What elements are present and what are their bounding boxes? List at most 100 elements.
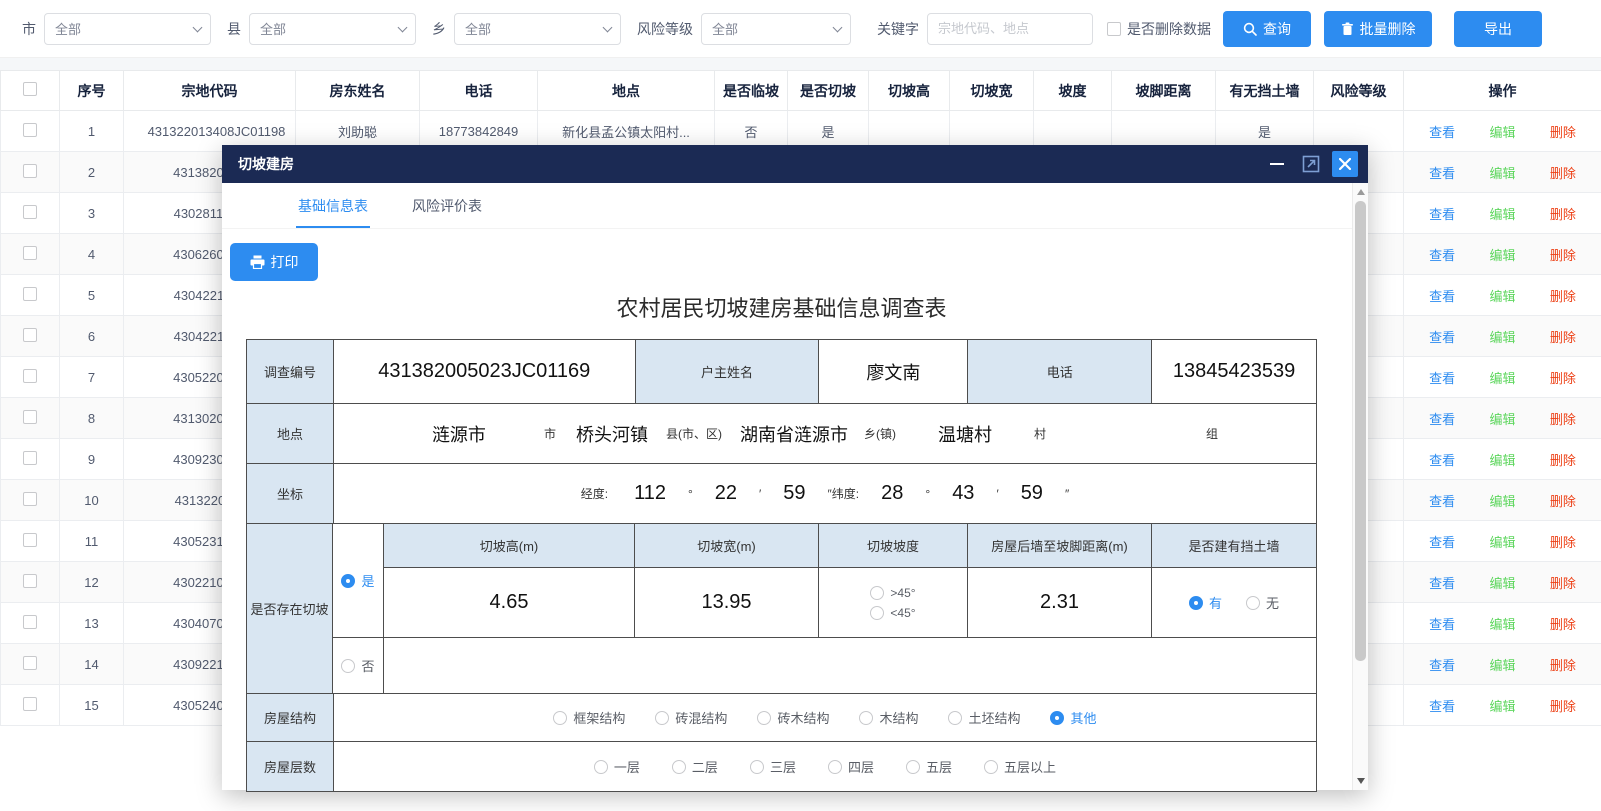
delete-link[interactable]: 删除 bbox=[1550, 245, 1576, 264]
keyword-input[interactable] bbox=[927, 13, 1093, 45]
cut-slope-no-radio[interactable]: 否 bbox=[341, 656, 374, 675]
view-link[interactable]: 查看 bbox=[1429, 573, 1455, 592]
delete-link[interactable]: 删除 bbox=[1550, 655, 1576, 674]
view-link[interactable]: 查看 bbox=[1429, 327, 1455, 346]
view-link[interactable]: 查看 bbox=[1429, 655, 1455, 674]
delete-link[interactable]: 删除 bbox=[1550, 368, 1576, 387]
scroll-up-button[interactable] bbox=[1353, 185, 1369, 199]
structure-wood-radio[interactable]: 木结构 bbox=[859, 708, 918, 727]
township-label: 乡 bbox=[432, 19, 446, 39]
delete-link[interactable]: 删除 bbox=[1550, 614, 1576, 633]
view-link[interactable]: 查看 bbox=[1429, 450, 1455, 469]
delete-link[interactable]: 删除 bbox=[1550, 573, 1576, 592]
view-link[interactable]: 查看 bbox=[1429, 163, 1455, 182]
structure-adobe-radio[interactable]: 土坯结构 bbox=[948, 708, 1020, 727]
row-checkbox[interactable] bbox=[23, 656, 37, 670]
view-link[interactable]: 查看 bbox=[1429, 122, 1455, 141]
close-button[interactable] bbox=[1332, 151, 1358, 177]
row-checkbox[interactable] bbox=[23, 574, 37, 588]
slope-lt45-radio[interactable]: <45° bbox=[870, 606, 915, 620]
row-checkbox[interactable] bbox=[23, 697, 37, 711]
delete-link[interactable]: 删除 bbox=[1550, 491, 1576, 510]
row-checkbox[interactable] bbox=[23, 615, 37, 629]
row-checkbox[interactable] bbox=[23, 246, 37, 260]
row-checkbox[interactable] bbox=[23, 451, 37, 465]
row-checkbox[interactable] bbox=[23, 287, 37, 301]
slope-gt45-radio[interactable]: >45° bbox=[870, 586, 915, 600]
structure-brick-wood-radio[interactable]: 砖木结构 bbox=[757, 708, 829, 727]
view-link[interactable]: 查看 bbox=[1429, 532, 1455, 551]
edit-link[interactable]: 编辑 bbox=[1489, 163, 1515, 182]
delete-link[interactable]: 删除 bbox=[1550, 450, 1576, 469]
cut-slope-yes-radio[interactable]: 是 bbox=[341, 571, 374, 590]
row-checkbox[interactable] bbox=[23, 205, 37, 219]
row-checkbox[interactable] bbox=[23, 410, 37, 424]
tab-risk-evaluation[interactable]: 风险评价表 bbox=[410, 186, 484, 228]
row-checkbox[interactable] bbox=[23, 164, 37, 178]
edit-link[interactable]: 编辑 bbox=[1489, 204, 1515, 223]
edit-link[interactable]: 编辑 bbox=[1489, 491, 1515, 510]
edit-link[interactable]: 编辑 bbox=[1489, 573, 1515, 592]
edit-link[interactable]: 编辑 bbox=[1489, 327, 1515, 346]
maximize-button[interactable] bbox=[1298, 151, 1324, 177]
wall-no-radio[interactable]: 无 bbox=[1246, 593, 1279, 612]
edit-link[interactable]: 编辑 bbox=[1489, 450, 1515, 469]
scroll-down-button[interactable] bbox=[1353, 774, 1369, 788]
view-link[interactable]: 查看 bbox=[1429, 368, 1455, 387]
structure-frame-radio[interactable]: 框架结构 bbox=[553, 708, 625, 727]
edit-link[interactable]: 编辑 bbox=[1489, 122, 1515, 141]
col-slope-deg: 坡度 bbox=[1034, 71, 1112, 111]
delete-data-checkbox[interactable] bbox=[1107, 22, 1121, 36]
view-link[interactable]: 查看 bbox=[1429, 204, 1455, 223]
edit-link[interactable]: 编辑 bbox=[1489, 532, 1515, 551]
edit-link[interactable]: 编辑 bbox=[1489, 655, 1515, 674]
edit-link[interactable]: 编辑 bbox=[1489, 286, 1515, 305]
view-link[interactable]: 查看 bbox=[1429, 409, 1455, 428]
edit-link[interactable]: 编辑 bbox=[1489, 614, 1515, 633]
floors-4-radio[interactable]: 四层 bbox=[828, 757, 874, 776]
view-link[interactable]: 查看 bbox=[1429, 491, 1455, 510]
wall-yes-radio[interactable]: 有 bbox=[1189, 593, 1222, 612]
city-select[interactable]: 全部 bbox=[44, 13, 211, 45]
scrollbar-thumb[interactable] bbox=[1355, 201, 1366, 661]
row-checkbox[interactable] bbox=[23, 123, 37, 137]
floors-5-radio[interactable]: 五层 bbox=[906, 757, 952, 776]
select-all-checkbox[interactable] bbox=[23, 82, 37, 96]
delete-link[interactable]: 删除 bbox=[1550, 163, 1576, 182]
structure-other-radio[interactable]: 其他 bbox=[1050, 708, 1096, 727]
batch-delete-button[interactable]: 批量删除 bbox=[1324, 11, 1432, 47]
minimize-button[interactable] bbox=[1264, 151, 1290, 177]
floors-1-radio[interactable]: 一层 bbox=[594, 757, 640, 776]
print-button[interactable]: 打印 bbox=[230, 243, 318, 281]
floors-3-radio[interactable]: 三层 bbox=[750, 757, 796, 776]
row-checkbox[interactable] bbox=[23, 328, 37, 342]
delete-link[interactable]: 删除 bbox=[1550, 409, 1576, 428]
query-button[interactable]: 查询 bbox=[1223, 11, 1311, 47]
row-checkbox[interactable] bbox=[23, 533, 37, 547]
view-link[interactable]: 查看 bbox=[1429, 245, 1455, 264]
delete-link[interactable]: 删除 bbox=[1550, 122, 1576, 141]
house-floors-options: 一层 二层 三层 四层 五层 五层以上 bbox=[334, 742, 1317, 792]
floors-2-radio[interactable]: 二层 bbox=[672, 757, 718, 776]
view-link[interactable]: 查看 bbox=[1429, 286, 1455, 305]
delete-link[interactable]: 删除 bbox=[1550, 696, 1576, 715]
edit-link[interactable]: 编辑 bbox=[1489, 409, 1515, 428]
row-checkbox[interactable] bbox=[23, 369, 37, 383]
view-link[interactable]: 查看 bbox=[1429, 696, 1455, 715]
export-button[interactable]: 导出 bbox=[1454, 11, 1542, 47]
township-select[interactable]: 全部 bbox=[454, 13, 621, 45]
row-checkbox[interactable] bbox=[23, 492, 37, 506]
edit-link[interactable]: 编辑 bbox=[1489, 368, 1515, 387]
view-link[interactable]: 查看 bbox=[1429, 614, 1455, 633]
delete-link[interactable]: 删除 bbox=[1550, 327, 1576, 346]
floors-5plus-radio[interactable]: 五层以上 bbox=[984, 757, 1056, 776]
delete-link[interactable]: 删除 bbox=[1550, 286, 1576, 305]
county-select[interactable]: 全部 bbox=[249, 13, 416, 45]
delete-link[interactable]: 删除 bbox=[1550, 532, 1576, 551]
edit-link[interactable]: 编辑 bbox=[1489, 696, 1515, 715]
edit-link[interactable]: 编辑 bbox=[1489, 245, 1515, 264]
delete-link[interactable]: 删除 bbox=[1550, 204, 1576, 223]
structure-brick-concrete-radio[interactable]: 砖混结构 bbox=[655, 708, 727, 727]
tab-basic-info[interactable]: 基础信息表 bbox=[296, 186, 370, 228]
risk-level-select[interactable]: 全部 bbox=[701, 13, 851, 45]
